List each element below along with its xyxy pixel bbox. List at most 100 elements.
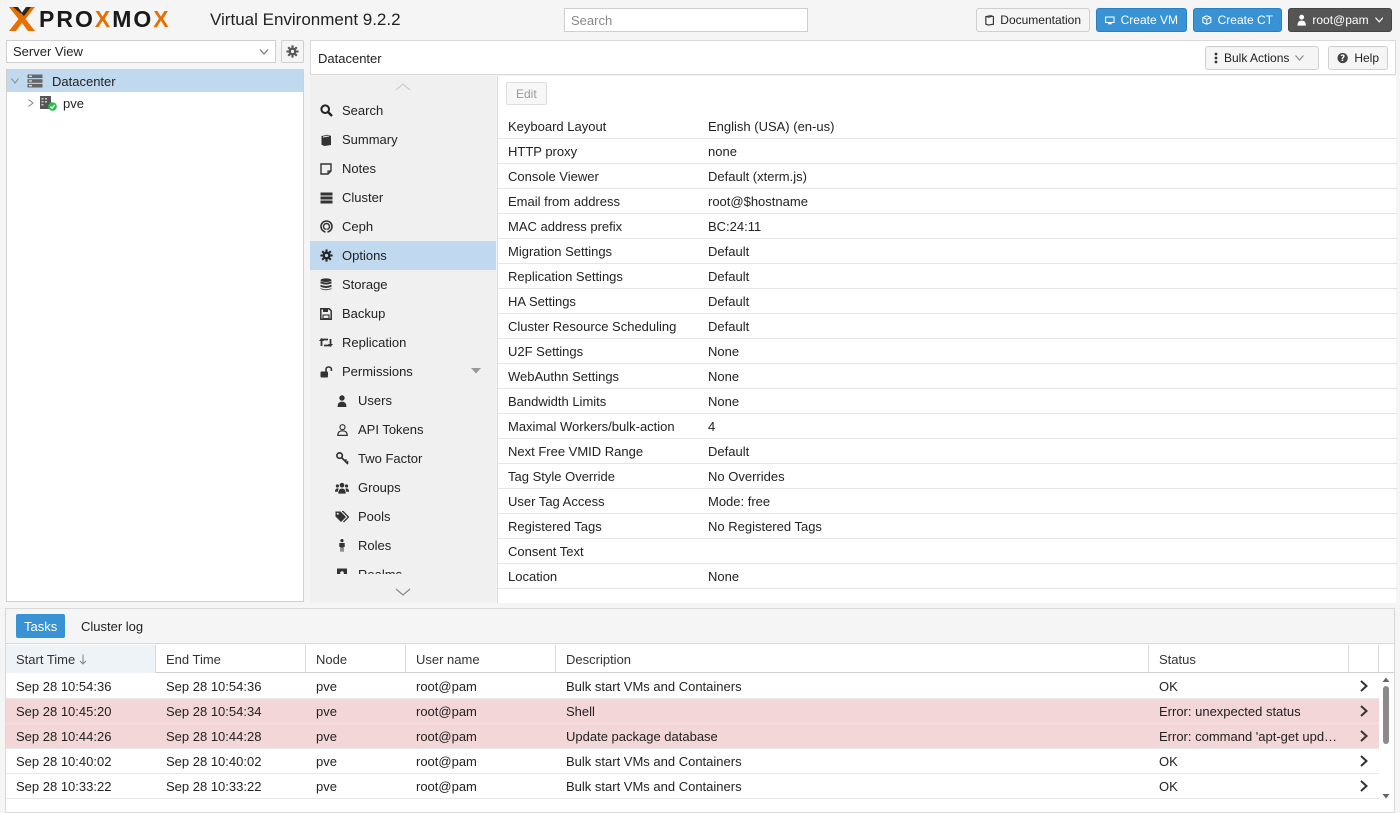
ceph-icon bbox=[319, 220, 333, 234]
nav-item-ceph[interactable]: Ceph bbox=[310, 212, 496, 241]
notes-icon bbox=[319, 162, 333, 176]
gear-icon bbox=[319, 249, 333, 263]
option-row[interactable]: Replication Settings Default bbox=[498, 264, 1397, 289]
bulk-actions-button[interactable]: Bulk Actions bbox=[1205, 46, 1319, 70]
nav-item-storage[interactable]: Storage bbox=[310, 270, 496, 299]
edit-button[interactable]: Edit bbox=[506, 82, 547, 105]
task-row[interactable]: Sep 28 10:54:36 Sep 28 10:54:36 pve root@pa… bbox=[6, 674, 1379, 699]
create-vm-button[interactable]: Create VM bbox=[1096, 8, 1187, 32]
option-row[interactable]: Location None bbox=[498, 564, 1397, 589]
nav-item-users[interactable]: Users bbox=[310, 386, 496, 415]
option-row[interactable]: Tag Style Override No Overrides bbox=[498, 464, 1397, 489]
male-icon bbox=[335, 539, 349, 553]
task-cell-node: pve bbox=[316, 678, 337, 694]
option-row[interactable]: Consent Text bbox=[498, 539, 1397, 564]
proxmox-brand: PROXMOX bbox=[39, 5, 171, 32]
view-selector[interactable]: Server View bbox=[6, 40, 276, 63]
column-start-time[interactable]: Start Time bbox=[6, 645, 156, 673]
create-ct-button[interactable]: Create CT bbox=[1193, 8, 1282, 32]
nav-item-label: Notes bbox=[342, 161, 376, 176]
tree-item-pve[interactable]: pve bbox=[7, 92, 303, 114]
documentation-button[interactable]: Documentation bbox=[976, 8, 1090, 32]
option-key: User Tag Access bbox=[508, 493, 605, 509]
nav-item-notes[interactable]: Notes bbox=[310, 154, 496, 183]
option-key: Bandwidth Limits bbox=[508, 393, 607, 409]
nav-item-label: Search bbox=[342, 103, 384, 118]
nav-scroll-down[interactable] bbox=[310, 583, 496, 601]
option-row[interactable]: Cluster Resource Scheduling Default bbox=[498, 314, 1397, 339]
nav-item-roles[interactable]: Roles bbox=[310, 531, 496, 560]
nav-item-replication[interactable]: Replication bbox=[310, 328, 496, 357]
view-selector-value: Server View bbox=[13, 44, 83, 59]
option-row[interactable]: Registered Tags No Registered Tags bbox=[498, 514, 1397, 539]
option-value: None bbox=[708, 368, 740, 384]
users-icon bbox=[335, 481, 349, 495]
option-row[interactable]: Maximal Workers/bulk-action 4 bbox=[498, 414, 1397, 439]
column-description[interactable]: Description bbox=[556, 645, 1149, 673]
tree-item-datacenter[interactable]: Datacenter bbox=[7, 70, 303, 92]
option-row[interactable]: HTTP proxy none bbox=[498, 139, 1397, 164]
open-task-icon[interactable] bbox=[1349, 730, 1379, 742]
column-node[interactable]: Node bbox=[306, 645, 406, 673]
proxmox-logo[interactable]: PROXMOX bbox=[7, 4, 171, 34]
nav-item-options[interactable]: Options bbox=[310, 241, 496, 270]
option-row[interactable]: WebAuthn Settings None bbox=[498, 364, 1397, 389]
sort-down-icon bbox=[79, 654, 87, 665]
nav-item-realms[interactable]: Realms bbox=[310, 560, 496, 574]
help-button[interactable]: ? Help bbox=[1328, 46, 1388, 70]
open-task-icon[interactable] bbox=[1349, 680, 1379, 692]
tree-settings-button[interactable] bbox=[281, 40, 304, 63]
option-row[interactable]: Next Free VMID Range Default bbox=[498, 439, 1397, 464]
nav-item-summary[interactable]: Summary bbox=[310, 125, 496, 154]
search-input[interactable] bbox=[564, 8, 808, 32]
tab-cluster-log[interactable]: Cluster log bbox=[73, 614, 151, 638]
nav-item-backup[interactable]: Backup bbox=[310, 299, 496, 328]
nav-item-two-factor[interactable]: Two Factor bbox=[310, 444, 496, 473]
option-row[interactable]: MAC address prefix BC:24:11 bbox=[498, 214, 1397, 239]
open-task-icon[interactable] bbox=[1349, 755, 1379, 767]
task-row[interactable]: Sep 28 10:40:02 Sep 28 10:40:02 pve root@pa… bbox=[6, 749, 1379, 774]
column-user-name[interactable]: User name bbox=[406, 645, 556, 673]
task-row[interactable]: Sep 28 10:45:20 Sep 28 10:54:34 pve root@pa… bbox=[6, 699, 1379, 724]
task-row[interactable]: Sep 28 10:44:26 Sep 28 10:44:28 pve root@pa… bbox=[6, 724, 1379, 749]
user-menu-button[interactable]: root@pam bbox=[1288, 8, 1392, 32]
nav-item-search[interactable]: Search bbox=[310, 96, 496, 125]
option-row[interactable]: Email from address root@$hostname bbox=[498, 189, 1397, 214]
task-cell-end: Sep 28 10:54:34 bbox=[166, 703, 262, 719]
task-panel-tabs: Tasks Cluster log bbox=[6, 609, 1394, 644]
option-value: None bbox=[708, 568, 740, 584]
option-row[interactable]: Console Viewer Default (xterm.js) bbox=[498, 164, 1397, 189]
expand-icon[interactable] bbox=[28, 99, 38, 107]
collapse-icon[interactable] bbox=[11, 78, 21, 84]
open-task-icon[interactable] bbox=[1349, 780, 1379, 792]
nav-scroll-up[interactable] bbox=[310, 78, 496, 96]
open-task-icon[interactable] bbox=[1349, 705, 1379, 717]
task-cell-status: Error: unexpected status bbox=[1159, 703, 1301, 719]
create-vm-label: Create VM bbox=[1120, 13, 1178, 27]
task-scrollbar[interactable] bbox=[1380, 674, 1392, 804]
option-value: BC:24:11 bbox=[708, 218, 762, 234]
option-row[interactable]: U2F Settings None bbox=[498, 339, 1397, 364]
tab-tasks[interactable]: Tasks bbox=[16, 614, 66, 638]
datacenter-icon bbox=[27, 74, 43, 88]
tags-icon bbox=[335, 510, 349, 524]
option-row[interactable]: Bandwidth Limits None bbox=[498, 389, 1397, 414]
nav-item-permissions[interactable]: Permissions bbox=[310, 357, 496, 386]
task-row[interactable]: Sep 28 10:33:22 Sep 28 10:33:22 pve root@pa… bbox=[6, 774, 1379, 799]
option-value: Mode: free bbox=[708, 493, 771, 509]
nav-item-groups[interactable]: Groups bbox=[310, 473, 496, 502]
nav-item-cluster[interactable]: Cluster bbox=[310, 183, 496, 212]
option-row[interactable]: User Tag Access Mode: free bbox=[498, 489, 1397, 514]
column-status[interactable]: Status bbox=[1149, 645, 1349, 673]
option-value: Default bbox=[708, 243, 750, 259]
page-title: Datacenter bbox=[318, 51, 382, 66]
collapse-icon[interactable] bbox=[471, 368, 481, 374]
option-row[interactable]: Keyboard Layout English (USA) (en-us) bbox=[498, 114, 1397, 139]
option-row[interactable]: Migration Settings Default bbox=[498, 239, 1397, 264]
nav-item-pools[interactable]: Pools bbox=[310, 502, 496, 531]
column-end-time[interactable]: End Time bbox=[156, 645, 306, 673]
gear-icon bbox=[286, 45, 299, 58]
option-row[interactable]: HA Settings Default bbox=[498, 289, 1397, 314]
chevron-down-icon bbox=[1295, 55, 1305, 61]
nav-item-api-tokens[interactable]: API Tokens bbox=[310, 415, 496, 444]
